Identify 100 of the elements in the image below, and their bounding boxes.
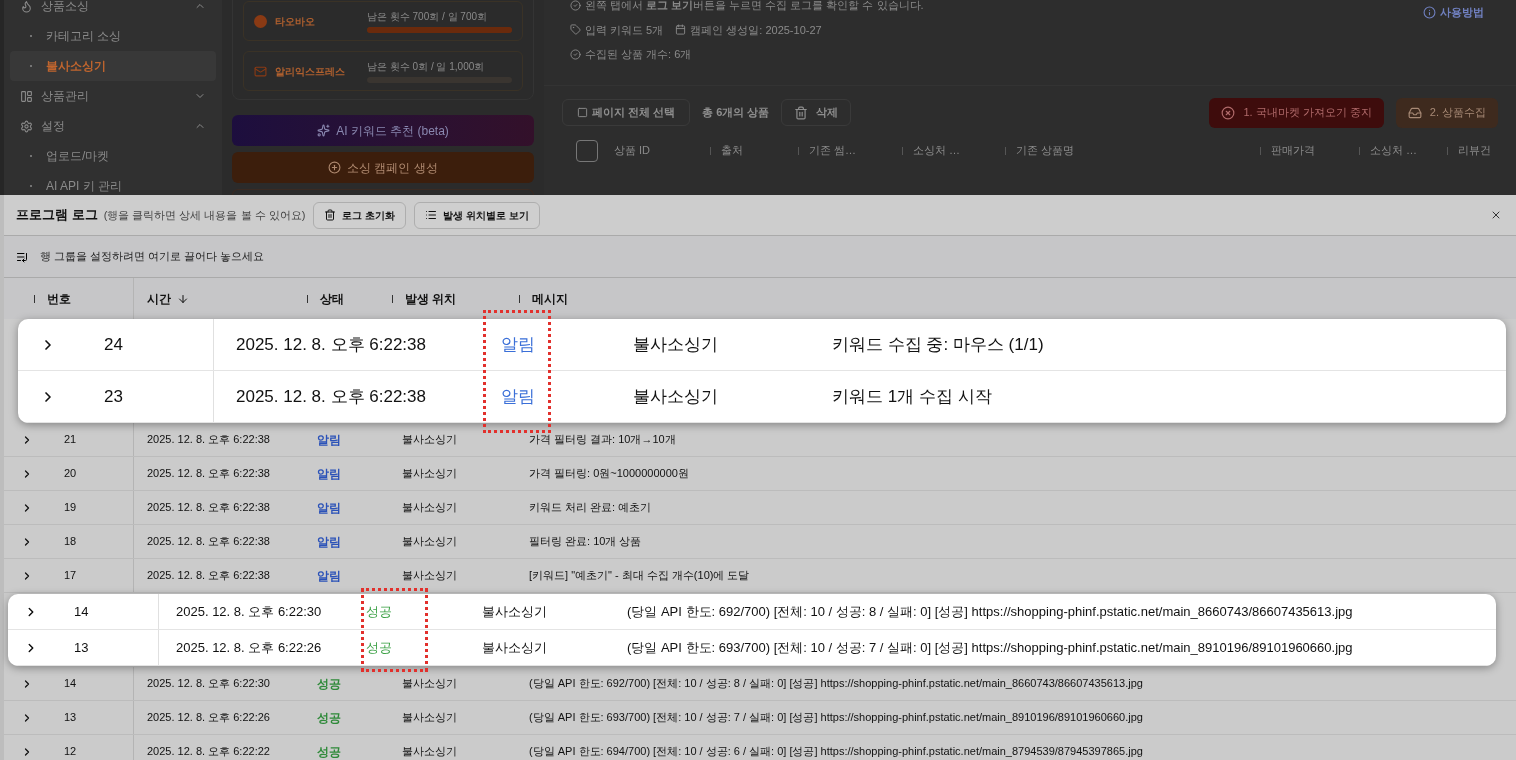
log-status: 성공 [317, 676, 341, 691]
log-message: 가격 필터링: 0원~1000000000원 [529, 467, 689, 480]
column-header[interactable]: 판매가격 [1271, 142, 1315, 159]
column-header[interactable]: 번호 [47, 289, 71, 308]
group-by-source-button[interactable]: 발생 위치별로 보기 [414, 201, 540, 229]
log-source: 불사소싱기 [402, 467, 457, 480]
log-source: 불사소싱기 [402, 711, 457, 724]
clear-log-button[interactable]: 로그 초기화 [313, 201, 407, 229]
log-message: 가격 필터링 결과: 10개→10개 [529, 433, 676, 446]
log-time: 2025. 12. 8. 오후 6:22:22 [147, 745, 270, 758]
panel-title: 프로그램 로그 [16, 206, 98, 225]
log-row[interactable]: 13 2025. 12. 8. 오후 6:22:26 성공 불사소싱기 (당일 API 한도: 693/700) [전체: 10 / 성공: 7 / 실패: 0] [성공] https://shopping-phinf.pstatic.net/main_8910196/89101960660.jpg [4, 701, 1516, 735]
log-row[interactable]: 13 2025. 12. 8. 오후 6:22:26 성공 불사소싱기 (당일 API 한도: 693/700) [전체: 10 / 성공: 7 / 실패: 0] [성공] https://shopping-phinf.pstatic.net/main_8910196/89101960660.jpg [8, 630, 1496, 666]
log-row[interactable]: 14 2025. 12. 8. 오후 6:22:30 성공 불사소싱기 (당일 API 한도: 692/700) [전체: 10 / 성공: 8 / 실패: 0] [성공] https://shopping-phinf.pstatic.net/main_8660743/86607435613.jpg [4, 667, 1516, 701]
panel-hint: (행을 클릭하면 상세 내용을 볼 수 있어요) [103, 207, 306, 223]
column-header[interactable]: 시간 [147, 289, 189, 308]
sidebar-item[interactable]: AI API 키 관리 [4, 171, 222, 195]
column-header[interactable]: 기존 상품명 [1016, 142, 1075, 159]
log-message: (당일 API 한도: 692/700) [전체: 10 / 성공: 8 / 실패: 0] [성공] https://shopping-phinf.pstatic.net/main_8660743/86607435613.jpg [529, 677, 1143, 690]
log-row[interactable]: 19 2025. 12. 8. 오후 6:22:38 알림 불사소싱기 키워드 처리 완료: 예초기 [4, 491, 1516, 525]
log-row[interactable]: 18 2025. 12. 8. 오후 6:22:38 알림 불사소싱기 필터링 완료: 10개 상품 [4, 525, 1516, 559]
section-icon [20, 89, 33, 103]
group-drop-hint: 행 그룹을 설정하려면 여기로 끌어다 놓으세요 [40, 249, 265, 265]
close-icon[interactable] [1490, 209, 1502, 221]
log-status: 성공 [366, 639, 392, 655]
create-campaign-button[interactable]: 소싱 캠페인 생성 [232, 152, 534, 183]
log-time: 2025. 12. 8. 오후 6:22:38 [236, 386, 426, 406]
column-header[interactable]: 상품 ID [614, 142, 651, 159]
log-message: 키워드 처리 완료: 예초기 [529, 501, 652, 514]
log-message: (당일 API 한도: 694/700) [전체: 10 / 성공: 6 / 실패: 0] [성공] https://shopping-phinf.pstatic.net/main_8794539/87945397865.jpg [529, 745, 1143, 758]
log-row[interactable]: 14 2025. 12. 8. 오후 6:22:30 성공 불사소싱기 (당일 API 한도: 692/700) [전체: 10 / 성공: 8 / 실패: 0] [성공] https://shopping-phinf.pstatic.net/main_8660743/86607435613.jpg [8, 594, 1496, 630]
column-header[interactable]: 발생 위치 [405, 289, 457, 308]
sidebar-group[interactable]: 설정 [4, 111, 222, 141]
mail-icon [254, 64, 267, 78]
log-row[interactable]: 17 2025. 12. 8. 오후 6:22:38 알림 불사소싱기 [키워드] "예초기" - 최대 수집 개수(10)에 도달 [4, 559, 1516, 593]
stop-import-button[interactable]: 1. 국내마켓 가져오기 중지 [1209, 97, 1384, 128]
log-status: 성공 [317, 744, 341, 759]
column-header[interactable]: 소싱처 … [1370, 142, 1418, 159]
log-message: (당일 API 한도: 693/700) [전체: 10 / 성공: 7 / 실패: 0] [성공] https://shopping-phinf.pstatic.net/main_8910196/89101960660.jpg [627, 639, 1353, 655]
log-message: 필터링 완료: 10개 상품 [529, 535, 642, 548]
row-number: 13 [74, 638, 89, 657]
log-source: 불사소싱기 [482, 639, 547, 655]
delete-button[interactable]: 삭제 [781, 99, 852, 126]
info-icon [1423, 5, 1436, 19]
close-circle-icon [1221, 105, 1236, 120]
sidebar-item[interactable]: 불사소싱기 [10, 51, 216, 81]
column-header[interactable]: 리뷰건 [1458, 142, 1491, 159]
column-header[interactable]: 출처 [721, 142, 743, 159]
plus-icon [328, 161, 342, 174]
quota-text: 남은 횟수 700회 / 일 700회 [367, 10, 489, 24]
log-time: 2025. 12. 8. 오후 6:22:30 [147, 677, 270, 690]
store-name: 알리익스프레스 [275, 64, 346, 79]
log-source: 불사소싱기 [402, 745, 457, 758]
sidebar-item[interactable]: 카테고리 소싱 [4, 21, 222, 51]
log-row[interactable]: 20 2025. 12. 8. 오후 6:22:38 알림 불사소싱기 가격 필터링: 0원~1000000000원 [4, 457, 1516, 491]
log-row[interactable]: 21 2025. 12. 8. 오후 6:22:38 알림 불사소싱기 가격 필터링 결과: 10개→10개 [4, 423, 1516, 457]
sidebar-group[interactable]: 상품소싱 [4, 0, 222, 21]
log-source: 불사소싱기 [402, 433, 457, 446]
select-all-button[interactable]: 페이지 전체 선택 [562, 99, 691, 126]
column-header[interactable]: 상태 [320, 289, 344, 308]
help-link[interactable]: 사용방법 [1423, 5, 1484, 19]
row-number: 21 [64, 432, 77, 448]
section-icon [20, 119, 33, 133]
collect-button[interactable]: 2. 상품수집 [1395, 97, 1498, 128]
log-status: 알림 [317, 534, 341, 549]
log-time: 2025. 12. 8. 오후 6:22:38 [236, 334, 426, 354]
ai-keyword-button[interactable]: AI 키워드 추천 (beta) [232, 115, 534, 146]
sort-icon [177, 292, 189, 305]
log-source: 불사소싱기 [402, 501, 457, 514]
log-status: 성공 [317, 710, 341, 725]
calendar-icon [675, 24, 687, 36]
section-icon [20, 0, 33, 13]
row-number: 23 [104, 385, 123, 408]
log-status: 알림 [317, 500, 341, 515]
log-time: 2025. 12. 8. 오후 6:22:38 [147, 569, 270, 582]
inbox-icon [1407, 105, 1422, 120]
list-icon [425, 209, 438, 221]
column-header[interactable]: 기존 썸… [809, 142, 857, 159]
trash-icon [794, 105, 809, 120]
trash-icon [324, 209, 337, 221]
header-checkbox[interactable] [576, 139, 598, 162]
log-status: 알림 [317, 466, 341, 481]
row-number: 18 [64, 534, 77, 550]
row-number: 17 [64, 568, 77, 584]
log-time: 2025. 12. 8. 오후 6:22:26 [147, 711, 270, 724]
sidebar-group[interactable]: 상품관리 [4, 81, 222, 111]
log-row[interactable]: 24 2025. 12. 8. 오후 6:22:38 알림 불사소싱기 키워드 수집 중: 마우스 (1/1) [18, 319, 1506, 371]
keyword-count: 입력 키워드 5개 [585, 22, 664, 38]
check-icon [570, 48, 581, 60]
collected-count: 수집된 상품 개수: 6개 [585, 47, 692, 62]
column-header[interactable]: 소싱처 … [913, 142, 961, 159]
log-source: 불사소싱기 [482, 603, 547, 619]
created-date: 캠페인 생성일: 2025-10-27 [690, 22, 822, 38]
log-source: 불사소싱기 [402, 569, 457, 582]
sidebar-item[interactable]: 업로드/마켓 [4, 141, 222, 171]
tag-icon [570, 24, 581, 36]
log-message: (당일 API 한도: 692/700) [전체: 10 / 성공: 8 / 실패: 0] [성공] https://shopping-phinf.pstatic.net/main_8660743/86607435613.jpg [627, 603, 1353, 619]
store-name: 타오바오 [275, 14, 316, 29]
log-time: 2025. 12. 8. 오후 6:22:38 [147, 535, 270, 548]
column-header[interactable]: 메시지 [532, 289, 568, 308]
